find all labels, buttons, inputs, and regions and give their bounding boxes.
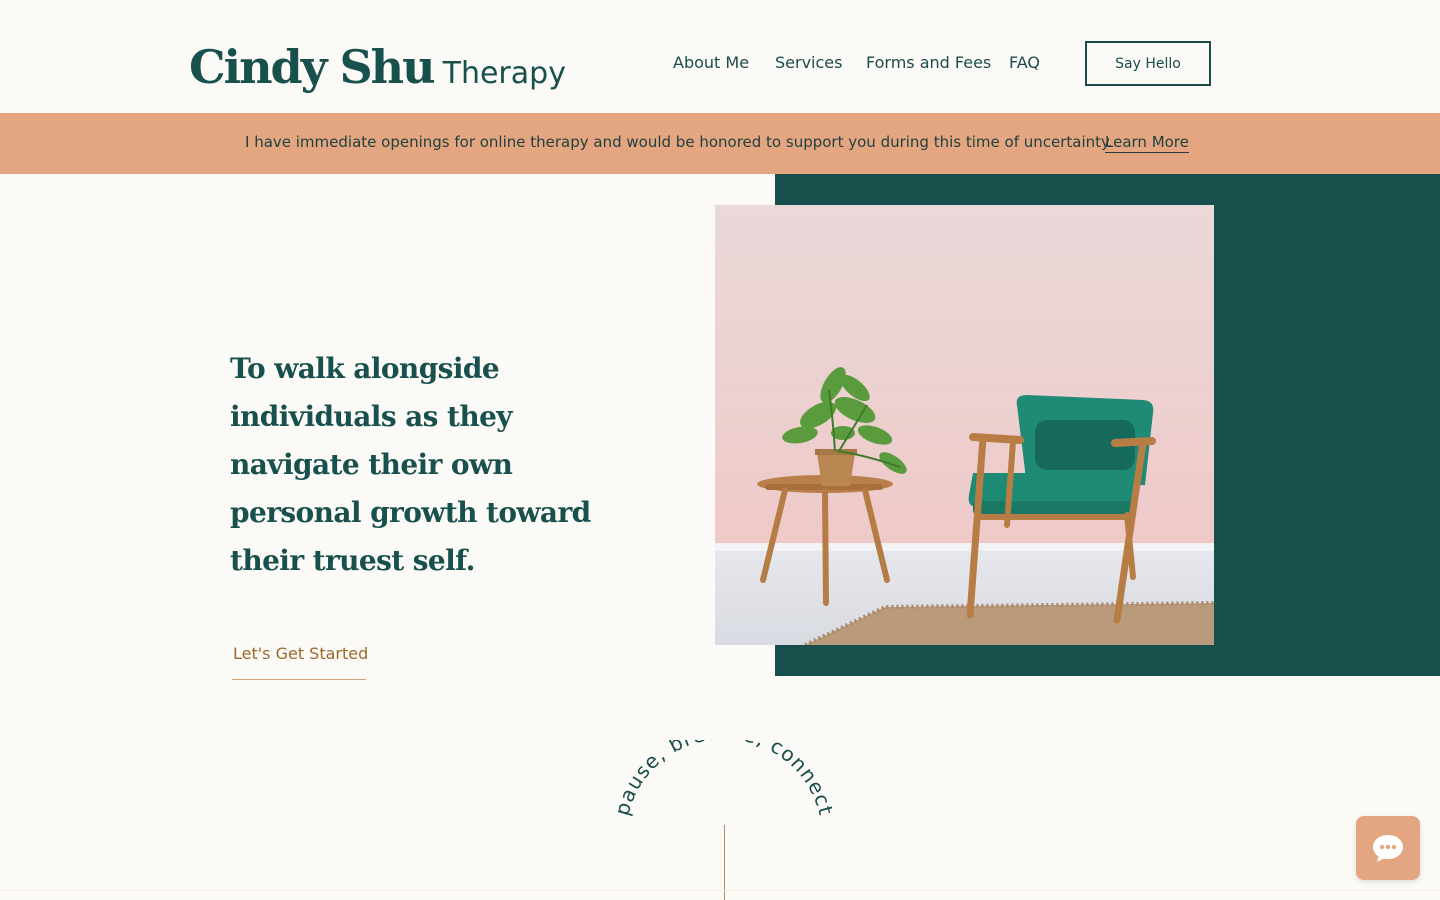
logo-suffix: Therapy xyxy=(442,56,566,91)
announcement-banner: I have immediate openings for online the… xyxy=(0,113,1440,174)
chat-widget-button[interactable] xyxy=(1356,816,1420,880)
tagline-text: pause, breathe, connect xyxy=(610,740,838,818)
nav-item-faq[interactable]: FAQ xyxy=(1009,53,1040,72)
section-divider xyxy=(0,890,1440,891)
hero-heading: To walk alongside individuals as they na… xyxy=(230,352,591,577)
divider-line xyxy=(724,825,725,900)
hero-photo xyxy=(715,205,1214,645)
nav-item-about-me[interactable]: About Me xyxy=(673,53,749,72)
nav-item-services[interactable]: Services xyxy=(775,53,842,72)
site-logo[interactable]: Cindy Shu Therapy xyxy=(189,40,566,94)
svg-text:pause, breathe, connect: pause, breathe, connect xyxy=(610,740,839,818)
learn-more-link[interactable]: Learn More xyxy=(1105,133,1189,153)
banner-text: I have immediate openings for online the… xyxy=(245,133,1113,151)
lets-get-started-link[interactable]: Let's Get Started xyxy=(232,644,368,680)
arc-tagline: pause, breathe, connect xyxy=(610,740,839,818)
chat-bubble-icon xyxy=(1373,835,1403,862)
nav-item-forms-and-fees[interactable]: Forms and Fees xyxy=(866,53,991,72)
site-header: Cindy Shu Therapy About Me Services Form… xyxy=(0,0,1440,113)
say-hello-button[interactable]: Say Hello xyxy=(1085,41,1211,86)
logo-name: Cindy Shu xyxy=(189,40,436,94)
